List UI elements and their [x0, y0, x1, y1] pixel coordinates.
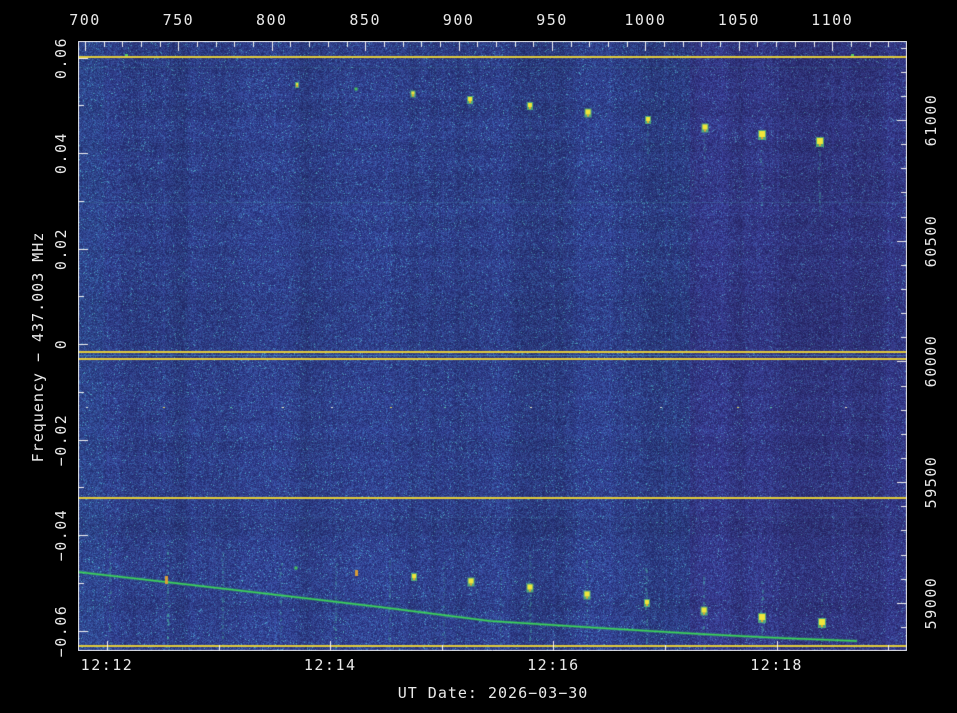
- left-axis-tick-label: −0.04: [52, 508, 70, 562]
- right-axis-tick-label: 60000: [922, 335, 940, 388]
- top-axis-tick-label: 950: [536, 11, 568, 29]
- bottom-axis-tick-label: 12:16: [527, 656, 580, 674]
- left-axis-tick-label: 0.02: [52, 227, 70, 270]
- left-axis-tick-label: −0.02: [52, 413, 70, 466]
- bottom-axis-tick-label: 12:12: [80, 656, 134, 674]
- top-axis-tick-label: 1000: [624, 11, 667, 29]
- ut-date-label: UT Date: 2026−03−30: [397, 684, 589, 702]
- left-axis-tick-label: 0.06: [52, 36, 70, 79]
- top-axis-tick-label: 800: [256, 11, 288, 29]
- spectrogram-screen: 700 750 800 850 900 950 1000 1050 1100 12:12 12:14…: [0, 0, 957, 713]
- spectrogram-canvas[interactable]: [78, 41, 907, 651]
- top-axis-tick-label: 1100: [811, 11, 854, 29]
- right-axis-tick-label: 61000: [922, 93, 940, 147]
- bottom-axis-tick-label: 12:14: [303, 656, 357, 674]
- right-axis-tick-label: 59500: [922, 455, 940, 509]
- right-axis-tick-label: 60500: [922, 214, 940, 268]
- top-axis-tick-label: 750: [162, 11, 195, 29]
- frequency-axis-title: Frequency − 437.003 MHz: [29, 231, 47, 463]
- left-axis-tick-label: −0.06: [52, 604, 70, 657]
- top-axis-tick-label: 850: [349, 11, 381, 29]
- right-axis-tick-label: 59000: [922, 576, 940, 630]
- left-axis-tick-label: 0.04: [52, 131, 70, 175]
- top-axis-tick-label: 700: [69, 11, 101, 29]
- bottom-axis-tick-label: 12:18: [750, 656, 803, 674]
- left-axis-tick-label: 0: [52, 338, 70, 350]
- top-axis-tick-label: 900: [442, 11, 475, 29]
- top-axis-tick-label: 1050: [717, 11, 760, 29]
